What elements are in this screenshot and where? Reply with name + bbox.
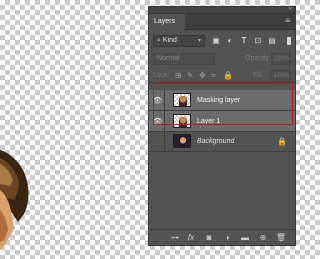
eye-icon[interactable]: 👁 <box>151 111 165 132</box>
group-icon[interactable]: ▬ <box>239 233 251 243</box>
fill-field[interactable]: 100% <box>271 70 291 82</box>
lock-artboard-icon[interactable]: ⌗ <box>211 71 216 81</box>
lock-all-icon[interactable]: 🔒 <box>223 71 233 80</box>
lock-icon: 🔒 <box>277 137 287 146</box>
smart-object-filter-icon[interactable]: ▤ <box>267 36 277 46</box>
blend-mode-select[interactable]: Normal <box>153 53 215 65</box>
image-filter-icon[interactable]: ▣ <box>211 36 221 46</box>
blend-row: Normal Opacity: 100% <box>149 51 295 67</box>
layer-name: Background <box>197 138 235 145</box>
panel-titlebar[interactable]: « <box>149 6 295 14</box>
filter-kind-label: Kind <box>162 37 177 44</box>
layers-list: 👁 Masking layer 👁 Layer 1 · Background 🔒 <box>149 84 295 228</box>
trash-icon[interactable]: 🗑 <box>275 233 287 243</box>
layer-row-background[interactable]: · Background 🔒 <box>149 131 295 152</box>
collapse-icon[interactable]: « <box>289 6 292 12</box>
filter-toggle[interactable] <box>287 37 291 45</box>
eye-icon[interactable]: 👁 <box>151 90 165 111</box>
panel-menu-icon[interactable]: ≡ <box>285 17 290 25</box>
panel-tab-row: Layers ≡ <box>149 14 295 30</box>
type-filter-icon[interactable]: T <box>239 36 249 46</box>
layer-name: Layer 1 <box>197 118 221 125</box>
lock-row: Lock: ⊞ ✎ ✥ ⌗ 🔒 Fill: 100% <box>149 69 295 83</box>
layer-row-layer1[interactable]: 👁 Layer 1 <box>149 111 295 132</box>
layer-thumbnail <box>173 93 191 107</box>
adjustment-filter-icon[interactable]: ◐ <box>225 36 235 46</box>
shape-filter-icon[interactable]: ⊡ <box>253 36 263 46</box>
layers-panel: « Layers ≡ ⌕ Kind ▾ ▣ ◐ T ⊡ ▤ Normal Opac… <box>148 6 296 246</box>
mask-icon[interactable]: ◙ <box>203 233 215 243</box>
search-icon: ⌕ <box>157 37 161 44</box>
filter-kind-select[interactable]: ⌕ Kind ▾ <box>153 35 205 47</box>
layers-toolbar: ⊶ fx ◙ ◑ ▬ ⊕ 🗑 <box>149 229 295 245</box>
lock-transparent-icon[interactable]: ⊞ <box>175 71 182 80</box>
adjustment-icon[interactable]: ◑ <box>221 233 233 243</box>
lock-label: Lock: <box>153 72 170 79</box>
fx-icon[interactable]: fx <box>185 233 197 243</box>
layer-thumbnail <box>173 114 191 128</box>
filter-row: ⌕ Kind ▾ ▣ ◐ T ⊡ ▤ <box>149 33 295 49</box>
layer-thumbnail <box>173 134 191 148</box>
lock-pixels-icon[interactable]: ✎ <box>187 71 194 80</box>
tab-layers[interactable]: Layers <box>149 14 185 30</box>
new-layer-icon[interactable]: ⊕ <box>257 233 269 243</box>
visibility-toggle[interactable]: · <box>151 131 165 152</box>
opacity-label: Opacity: <box>245 55 271 62</box>
layer-name: Masking layer <box>197 97 241 104</box>
chevron-down-icon: ▾ <box>197 38 201 44</box>
opacity-field[interactable]: 100% <box>271 53 291 65</box>
canvas-photo-hair <box>0 150 29 250</box>
lock-position-icon[interactable]: ✥ <box>199 71 206 80</box>
layer-row-masking[interactable]: 👁 Masking layer <box>149 90 295 111</box>
link-icon[interactable]: ⊶ <box>169 233 181 243</box>
fill-label: Fill: <box>253 72 264 79</box>
